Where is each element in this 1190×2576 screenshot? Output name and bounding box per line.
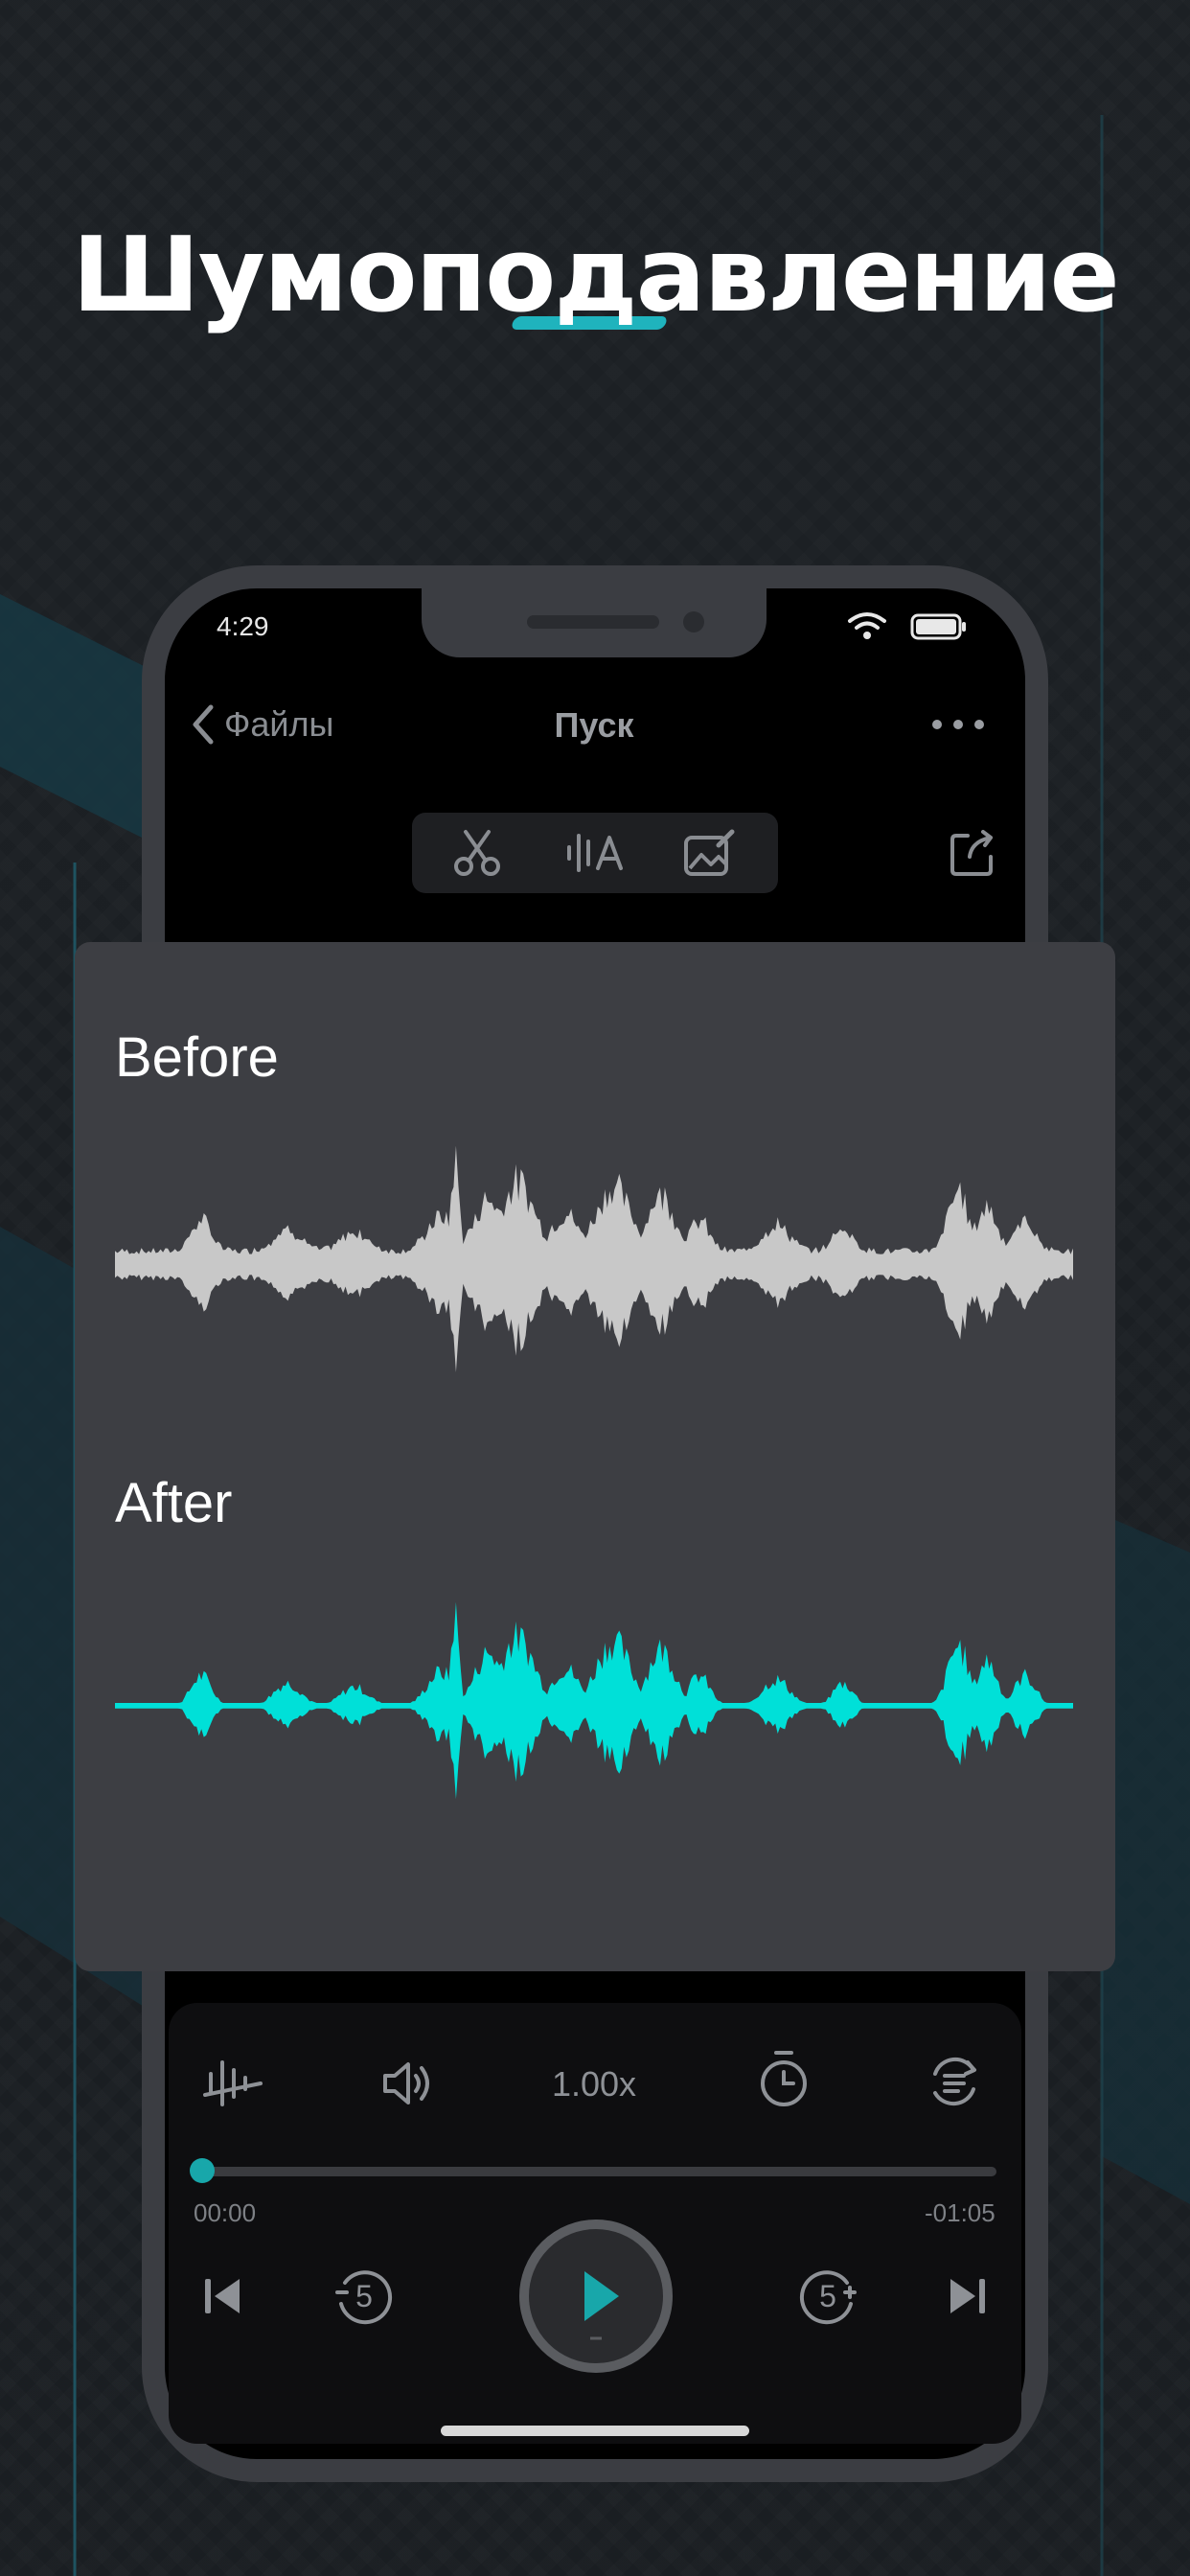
before-waveform bbox=[115, 1145, 1073, 1372]
play-icon bbox=[584, 2271, 619, 2340]
status-time: 4:29 bbox=[217, 611, 269, 641]
rewind-seconds: 5 bbox=[355, 2279, 373, 2313]
scissors-icon[interactable] bbox=[450, 826, 504, 880]
rewind-5-button[interactable]: 5 bbox=[332, 2264, 397, 2329]
forward-seconds: 5 bbox=[819, 2279, 836, 2313]
headline: Шумоподавление bbox=[72, 216, 1119, 335]
play-button[interactable] bbox=[519, 2220, 673, 2373]
speaker-icon[interactable] bbox=[379, 2057, 437, 2110]
repeat-icon[interactable] bbox=[926, 2053, 983, 2110]
battery-icon bbox=[910, 613, 966, 640]
remaining-time: -01:05 bbox=[925, 2198, 995, 2227]
forward-5-button[interactable]: 5 bbox=[795, 2264, 860, 2329]
back-button[interactable]: Файлы bbox=[190, 703, 333, 746]
before-label: Before bbox=[115, 1026, 279, 1089]
after-label: After bbox=[115, 1472, 233, 1534]
waveform-shape bbox=[115, 1601, 1073, 1800]
noise-reduction-icon[interactable] bbox=[201, 2057, 264, 2110]
progress-knob[interactable] bbox=[190, 2158, 215, 2183]
nav-title: Пуск bbox=[554, 705, 634, 745]
after-waveform bbox=[115, 1601, 1073, 1800]
current-time: 00:00 bbox=[194, 2198, 257, 2227]
wifi-icon bbox=[848, 612, 886, 639]
waveform-text-icon[interactable] bbox=[565, 826, 627, 880]
timer-icon[interactable] bbox=[757, 2049, 811, 2110]
notch-speaker bbox=[527, 615, 659, 629]
more-icon[interactable] bbox=[929, 717, 987, 732]
skip-forward-icon[interactable] bbox=[947, 2273, 989, 2319]
waveform-shape bbox=[115, 1145, 1073, 1372]
share-icon[interactable] bbox=[949, 828, 996, 878]
skip-back-icon[interactable] bbox=[201, 2273, 243, 2319]
edit-image-icon[interactable] bbox=[682, 826, 738, 880]
home-indicator bbox=[441, 2426, 749, 2436]
progress-track[interactable] bbox=[201, 2167, 996, 2176]
notch-camera bbox=[683, 611, 704, 632]
chevron-left-icon bbox=[193, 704, 214, 745]
back-label: Файлы bbox=[224, 704, 334, 744]
playback-speed[interactable]: 1.00x bbox=[508, 2064, 680, 2104]
